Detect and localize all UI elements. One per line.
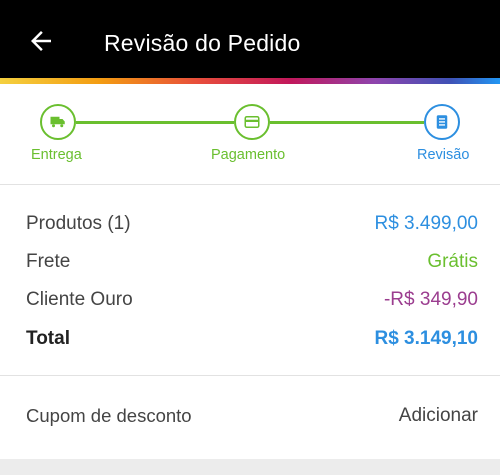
step-connector [270,121,424,124]
document-icon [436,115,448,129]
shipping-value: Grátis [427,251,478,272]
discount-label: Cliente Ouro [26,289,133,310]
products-label: Produtos (1) [26,213,131,234]
arrow-left-icon [31,31,51,51]
coupon-row[interactable]: Cupom de desconto Adicionar [0,377,500,459]
step-label-revisao: Revisão [417,147,470,163]
total-value: R$ 3.149,10 [374,328,478,349]
step-label-entrega: Entrega [31,147,82,163]
back-button[interactable] [26,26,56,56]
summary-row-products: Produtos (1) R$ 3.499,00 [26,211,478,237]
order-summary: Produtos (1) R$ 3.499,00 Frete Grátis Cl… [0,186,500,376]
step-pagamento[interactable] [234,104,270,140]
page-title: Revisão do Pedido [104,30,301,56]
truck-icon [50,116,65,128]
step-entrega[interactable] [40,104,76,140]
add-coupon-button[interactable]: Adicionar [399,405,478,427]
credit-card-icon [244,116,260,128]
products-value: R$ 3.499,00 [374,213,478,234]
step-label-pagamento: Pagamento [211,147,286,163]
step-connector [76,121,234,124]
discount-value: -R$ 349,90 [383,289,478,310]
bottom-divider [0,459,500,475]
checkout-stepper: Entrega Pagamento Revisão [0,84,500,185]
app-bar: Revisão do Pedido [0,0,500,78]
step-revisao[interactable] [424,104,460,140]
summary-row-total: Total R$ 3.149,10 [26,326,478,352]
coupon-label: Cupom de desconto [26,405,192,426]
shipping-label: Frete [26,251,71,272]
total-label: Total [26,328,70,349]
summary-row-shipping: Frete Grátis [26,249,478,275]
summary-row-discount: Cliente Ouro -R$ 349,90 [26,287,478,313]
